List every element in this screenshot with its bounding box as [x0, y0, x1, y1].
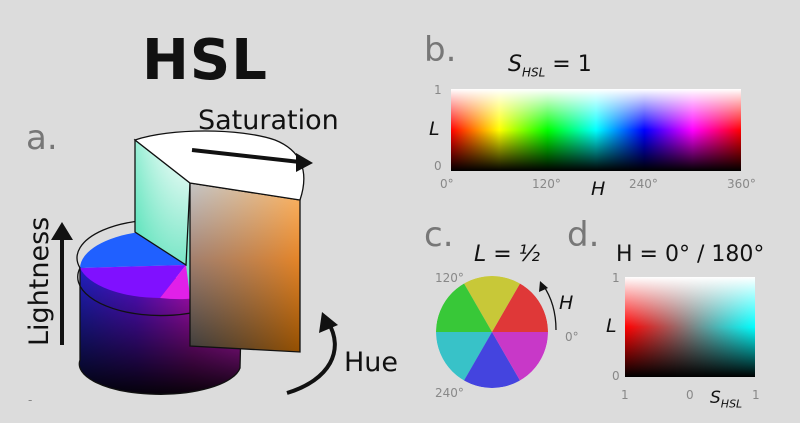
panel-c-angle-120: 120° — [435, 271, 464, 285]
panel-b-x-tick: 120° — [532, 177, 561, 191]
hsl-cylinder-illustration — [51, 130, 338, 395]
page-title: HSL — [142, 28, 268, 93]
panel-b-y-tick-0: 0 — [434, 159, 442, 173]
panel-c-angle-240: 240° — [435, 386, 464, 400]
panel-b-y-label: L — [429, 118, 440, 140]
panel-b-heading: SHSL = 1 — [508, 52, 592, 80]
panel-b-x-tick: 0° — [440, 177, 454, 191]
panel-d-x-tick-right: 1 — [752, 388, 760, 402]
lightness-label: Lightness — [24, 216, 55, 346]
hue-lightness-strip — [451, 89, 741, 171]
panel-d-label: d. — [567, 215, 600, 255]
panel-d-x-tick-left: 1 — [621, 388, 629, 402]
panel-a-label: a. — [26, 118, 58, 158]
panel-c-heading: L = ½ — [474, 242, 540, 267]
panel-b-x-tick: 240° — [629, 177, 658, 191]
hue-arrow — [319, 312, 338, 333]
panel-d-heading: H = 0° / 180° — [616, 242, 765, 267]
panel-d-x-tick-center: 0 — [686, 388, 694, 402]
hsl-diagram — [51, 89, 755, 395]
panel-c-angle-0: 0° — [565, 330, 579, 344]
hue-disc — [436, 276, 557, 388]
saturation-lightness-plane — [625, 277, 755, 377]
footnote-mark: - — [28, 393, 33, 407]
saturation-arrow — [296, 153, 313, 172]
panel-b-label: b. — [424, 30, 457, 70]
panel-d-y-tick-0: 0 — [612, 369, 620, 383]
panel-b-y-tick-1: 1 — [434, 83, 442, 97]
panel-c-label: c. — [424, 215, 454, 255]
panel-b-x-label: H — [591, 178, 606, 200]
panel-c-hue-label: H — [559, 292, 574, 314]
panel-b-x-tick: 360° — [727, 177, 756, 191]
panel-d-y-label: L — [606, 315, 617, 337]
panel-d-x-label: SHSL — [710, 388, 743, 411]
saturation-label: Saturation — [198, 105, 339, 136]
panel-d-y-tick-1: 1 — [612, 271, 620, 285]
hue-label: Hue — [344, 347, 399, 378]
